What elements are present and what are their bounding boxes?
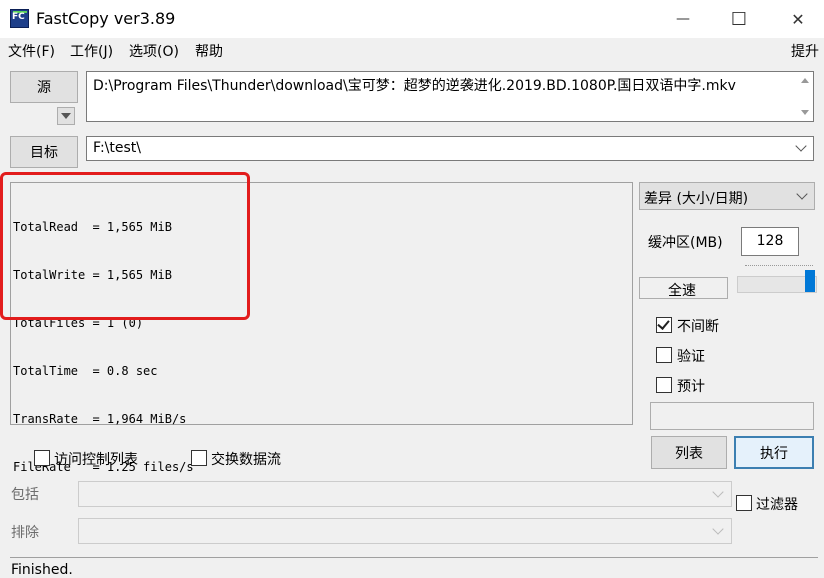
verify-checkbox[interactable]: 验证: [656, 346, 796, 366]
buffer-label: 缓冲区(MB): [648, 235, 723, 251]
nonstop-checkbox-box[interactable]: [656, 317, 672, 333]
estimate-label: 预计: [677, 379, 705, 395]
menu-bar: [0, 38, 824, 62]
estimate-checkbox-box[interactable]: [656, 377, 672, 393]
maximize-button[interactable]: ☐: [716, 0, 762, 38]
log-line-trans-rate: TransRate = 1,964 MiB/s: [13, 412, 187, 426]
speed-label-box: 全速: [639, 277, 728, 299]
menu-job[interactable]: 工作(J): [70, 41, 113, 61]
scroll-down-icon[interactable]: [801, 110, 809, 115]
status-bar: Finished.: [10, 557, 818, 578]
fastcopy-icon: FC: [10, 9, 29, 28]
minimize-button[interactable]: —: [660, 0, 706, 38]
execute-button[interactable]: 执行: [734, 436, 814, 469]
filter-checkbox-box[interactable]: [736, 495, 752, 511]
checkmark-icon: [657, 317, 670, 330]
acl-label: 访问控制列表: [54, 452, 138, 468]
menu-elevate[interactable]: 提升: [791, 41, 819, 61]
destination-path-text: F:\test\: [93, 140, 142, 156]
buffer-size-input[interactable]: 128: [741, 227, 799, 256]
progress-box: [650, 402, 814, 430]
menu-help[interactable]: 帮助: [195, 41, 223, 61]
list-button[interactable]: 列表: [651, 436, 727, 469]
window-title: FastCopy ver3.89: [36, 9, 176, 28]
source-button-label: 源: [37, 80, 51, 96]
nonstop-label: 不间断: [677, 319, 719, 335]
execute-button-label: 执行: [760, 445, 788, 462]
streams-label: 交换数据流: [211, 452, 281, 468]
slider-ticks: [745, 265, 813, 269]
speed-label: 全速: [668, 283, 696, 299]
close-button[interactable]: ✕: [775, 0, 821, 38]
estimate-checkbox[interactable]: 预计: [656, 376, 796, 396]
exclude-label: 排除: [11, 525, 39, 541]
red-highlight-box: [0, 172, 250, 320]
destination-button-label: 目标: [30, 145, 58, 161]
chevron-down-icon: [796, 188, 808, 200]
destination-button[interactable]: 目标: [10, 136, 78, 168]
menu-file[interactable]: 文件(F): [8, 41, 55, 61]
speed-slider[interactable]: [737, 262, 817, 294]
copy-mode-select[interactable]: 差异 (大小/日期): [639, 182, 815, 210]
log-line-total-time: TotalTime = 0.8 sec: [13, 364, 158, 378]
source-path-field[interactable]: D:\Program Files\Thunder\download\宝可梦：超梦…: [86, 71, 814, 122]
streams-checkbox[interactable]: 交换数据流: [191, 449, 311, 469]
chevron-down-icon: [712, 486, 724, 498]
chevron-down-icon[interactable]: [795, 140, 807, 152]
filter-label: 过滤器: [756, 497, 798, 513]
list-button-label: 列表: [675, 445, 703, 462]
chevron-down-icon: [712, 523, 724, 535]
scroll-up-icon[interactable]: [801, 78, 809, 83]
destination-path-field[interactable]: F:\test\: [86, 136, 814, 161]
chevron-down-icon: [61, 113, 71, 119]
copy-mode-value: 差异 (大小/日期): [644, 191, 749, 207]
acl-checkbox-box[interactable]: [34, 450, 50, 466]
source-button[interactable]: 源: [10, 71, 78, 103]
status-text: Finished.: [11, 562, 73, 578]
include-label: 包括: [11, 487, 39, 503]
source-dropdown-button[interactable]: [57, 107, 75, 125]
buffer-size-value: 128: [756, 233, 784, 249]
close-icon: ✕: [791, 9, 805, 29]
minimize-icon: —: [676, 11, 690, 27]
nonstop-checkbox[interactable]: 不间断: [656, 316, 796, 336]
menu-options[interactable]: 选项(O): [129, 41, 179, 61]
source-path-text: D:\Program Files\Thunder\download\宝可梦：超梦…: [93, 78, 736, 94]
streams-checkbox-box[interactable]: [191, 450, 207, 466]
acl-checkbox[interactable]: 访问控制列表: [34, 449, 164, 469]
verify-label: 验证: [677, 349, 705, 365]
source-scrollbar[interactable]: [796, 72, 813, 121]
filter-checkbox[interactable]: 过滤器: [736, 494, 816, 514]
exclude-filter-input[interactable]: [78, 518, 732, 544]
slider-thumb[interactable]: [805, 270, 815, 292]
include-filter-input[interactable]: [78, 481, 732, 507]
maximize-icon: ☐: [730, 8, 748, 30]
verify-checkbox-box[interactable]: [656, 347, 672, 363]
